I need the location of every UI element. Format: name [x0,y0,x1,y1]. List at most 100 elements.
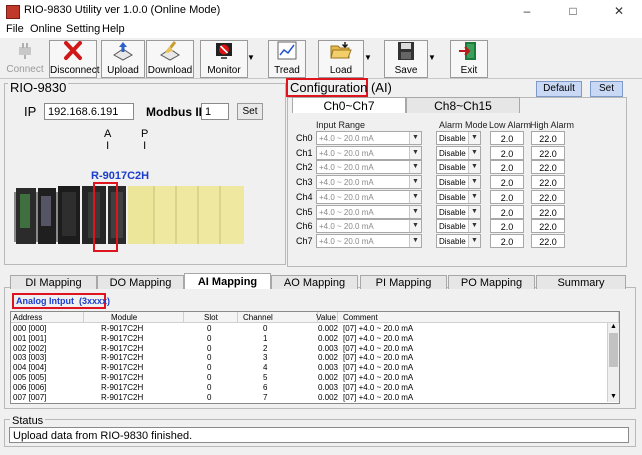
alarm-mode-select[interactable]: Disable ▼ [436,219,481,233]
module-name-label: R-9017C2H [91,170,150,182]
alarm-mode-select[interactable]: Disable ▼ [436,131,481,145]
alarm-mode-header: Alarm Mode [439,120,488,130]
high-alarm-input[interactable]: 22.0 [531,175,565,189]
selected-module-highlight [93,182,118,252]
connect-button[interactable]: Connect [3,40,47,76]
load-dropdown-arrow[interactable]: ▼ [364,40,372,76]
load-button[interactable]: Load [318,40,364,78]
low-alarm-input[interactable]: 2.0 [490,175,524,189]
col-module[interactable]: Module [84,312,184,323]
low-alarm-input[interactable]: 2.0 [490,131,524,145]
col-address[interactable]: Address [11,312,84,323]
table-row[interactable]: 007 [007] R-9017C2H 0 7 0.002 [07] +4.0 ~ 20.… [11,393,607,403]
alarm-mode-select[interactable]: Disable ▼ [436,160,481,174]
scroll-up-arrow[interactable]: ▲ [609,323,618,331]
download-button[interactable]: Download [146,40,194,78]
monitor-dropdown-arrow[interactable]: ▼ [247,40,255,76]
col-channel[interactable]: Channel [238,312,318,323]
alarm-mode-select[interactable]: Disable ▼ [436,234,481,248]
tab-ao-mapping[interactable]: AO Mapping [271,275,358,289]
save-dropdown-arrow[interactable]: ▼ [428,40,436,76]
col-slot[interactable]: Slot [184,312,238,323]
table-row[interactable]: 002 [002] R-9017C2H 0 2 0.003 [07] +4.0 ~ 20.… [11,344,607,354]
module-cell: R-9017C2H [101,333,144,343]
input-range-select[interactable]: +4.0 ~ 20.0 mA ▼ [316,219,422,233]
table-row[interactable]: 005 [005] R-9017C2H 0 5 0.002 [07] +4.0 ~ 20.… [11,373,607,383]
ip-input[interactable]: 192.168.6.191 [44,103,134,120]
tab-di-mapping[interactable]: DI Mapping [10,275,97,289]
minimize-button[interactable]: – [504,0,550,22]
address-cell: 002 [002] [13,343,47,353]
status-message: Upload data from RIO-9830 finished. [9,427,629,443]
input-range-value: +4.0 ~ 20.0 mA [319,163,374,172]
tab-ai-mapping[interactable]: AI Mapping [184,273,271,289]
table-scrollbar[interactable]: ▲ ▼ [607,323,619,402]
channel-label: Ch7 [296,236,313,246]
config-set-button[interactable]: Set [590,81,623,97]
channel-label: Ch6 [296,221,313,231]
low-alarm-input[interactable]: 2.0 [490,146,524,160]
input-range-select[interactable]: +4.0 ~ 20.0 mA ▼ [316,160,422,174]
input-range-select[interactable]: +4.0 ~ 20.0 mA ▼ [316,205,422,219]
modbus-id-input[interactable]: 1 [201,103,229,120]
menu-file[interactable]: File [6,23,24,35]
input-range-select[interactable]: +4.0 ~ 20.0 mA ▼ [316,234,422,248]
alarm-mode-select[interactable]: Disable ▼ [436,190,481,204]
input-range-select[interactable]: +4.0 ~ 20.0 mA ▼ [316,175,422,189]
chevron-down-icon: ▼ [409,147,421,159]
high-alarm-input[interactable]: 22.0 [531,190,565,204]
low-alarm-input[interactable]: 2.0 [490,219,524,233]
menu-setting[interactable]: Setting [66,23,100,35]
chevron-down-icon: ▼ [409,191,421,203]
low-alarm-input[interactable]: 2.0 [490,190,524,204]
alarm-mode-select[interactable]: Disable ▼ [436,205,481,219]
table-row[interactable]: 006 [006] R-9017C2H 0 6 0.003 [07] +4.0 ~ 20.… [11,383,607,393]
upload-button[interactable]: Upload [101,40,145,78]
high-alarm-input[interactable]: 22.0 [531,160,565,174]
address-cell: 001 [001] [13,333,47,343]
high-alarm-input[interactable]: 22.0 [531,205,565,219]
scroll-thumb[interactable] [609,333,618,367]
low-alarm-input[interactable]: 2.0 [490,205,524,219]
chevron-down-icon: ▼ [468,147,480,159]
col-value[interactable]: Value [316,312,338,323]
tab-pi-mapping[interactable]: PI Mapping [360,275,447,289]
tread-button[interactable]: Tread [268,40,306,78]
tab-do-mapping[interactable]: DO Mapping [97,275,184,289]
tab-summary[interactable]: Summary [536,275,626,289]
input-range-select[interactable]: +4.0 ~ 20.0 mA ▼ [316,131,422,145]
table-row[interactable]: 001 [001] R-9017C2H 0 1 0.002 [07] +4.0 ~ 20.… [11,334,607,344]
rio-set-button[interactable]: Set [237,103,263,120]
input-range-select[interactable]: +4.0 ~ 20.0 mA ▼ [316,190,422,204]
high-alarm-input[interactable]: 22.0 [531,219,565,233]
tab-ch8-ch15[interactable]: Ch8~Ch15 [406,97,520,113]
table-row[interactable]: 003 [003] R-9017C2H 0 3 0.002 [07] +4.0 ~ 20.… [11,353,607,363]
menu-help[interactable]: Help [102,23,125,35]
high-alarm-input[interactable]: 22.0 [531,234,565,248]
high-alarm-input[interactable]: 22.0 [531,131,565,145]
input-range-select[interactable]: +4.0 ~ 20.0 mA ▼ [316,146,422,160]
exit-button[interactable]: Exit [450,40,488,78]
save-button[interactable]: Save [384,40,428,78]
low-alarm-input[interactable]: 2.0 [490,234,524,248]
monitor-icon [216,43,232,59]
alarm-mode-select[interactable]: Disable ▼ [436,175,481,189]
alarm-mode-value: Disable [439,222,466,231]
table-row[interactable]: 004 [004] R-9017C2H 0 4 0.003 [07] +4.0 ~ 20.… [11,363,607,373]
maximize-button[interactable]: □ [550,0,596,22]
tab-po-mapping[interactable]: PO Mapping [448,275,535,289]
menu-online[interactable]: Online [30,23,62,35]
low-alarm-input[interactable]: 2.0 [490,160,524,174]
high-alarm-header: High Alarm [530,120,575,130]
tab-ch0-ch7[interactable]: Ch0~Ch7 [292,97,406,113]
disconnect-button[interactable]: Disconnect [49,40,99,78]
col-comment[interactable]: Comment [338,312,619,323]
alarm-mode-select[interactable]: Disable ▼ [436,146,481,160]
default-button[interactable]: Default [536,81,582,97]
close-button[interactable]: ✕ [596,0,642,22]
monitor-button[interactable]: Monitor [200,40,248,78]
table-row[interactable]: 000 [000] R-9017C2H 0 0 0.002 [07] +4.0 ~ 20.… [11,324,607,334]
high-alarm-input[interactable]: 22.0 [531,146,565,160]
scroll-down-arrow[interactable]: ▼ [609,393,618,401]
chevron-down-icon: ▼ [468,235,480,247]
